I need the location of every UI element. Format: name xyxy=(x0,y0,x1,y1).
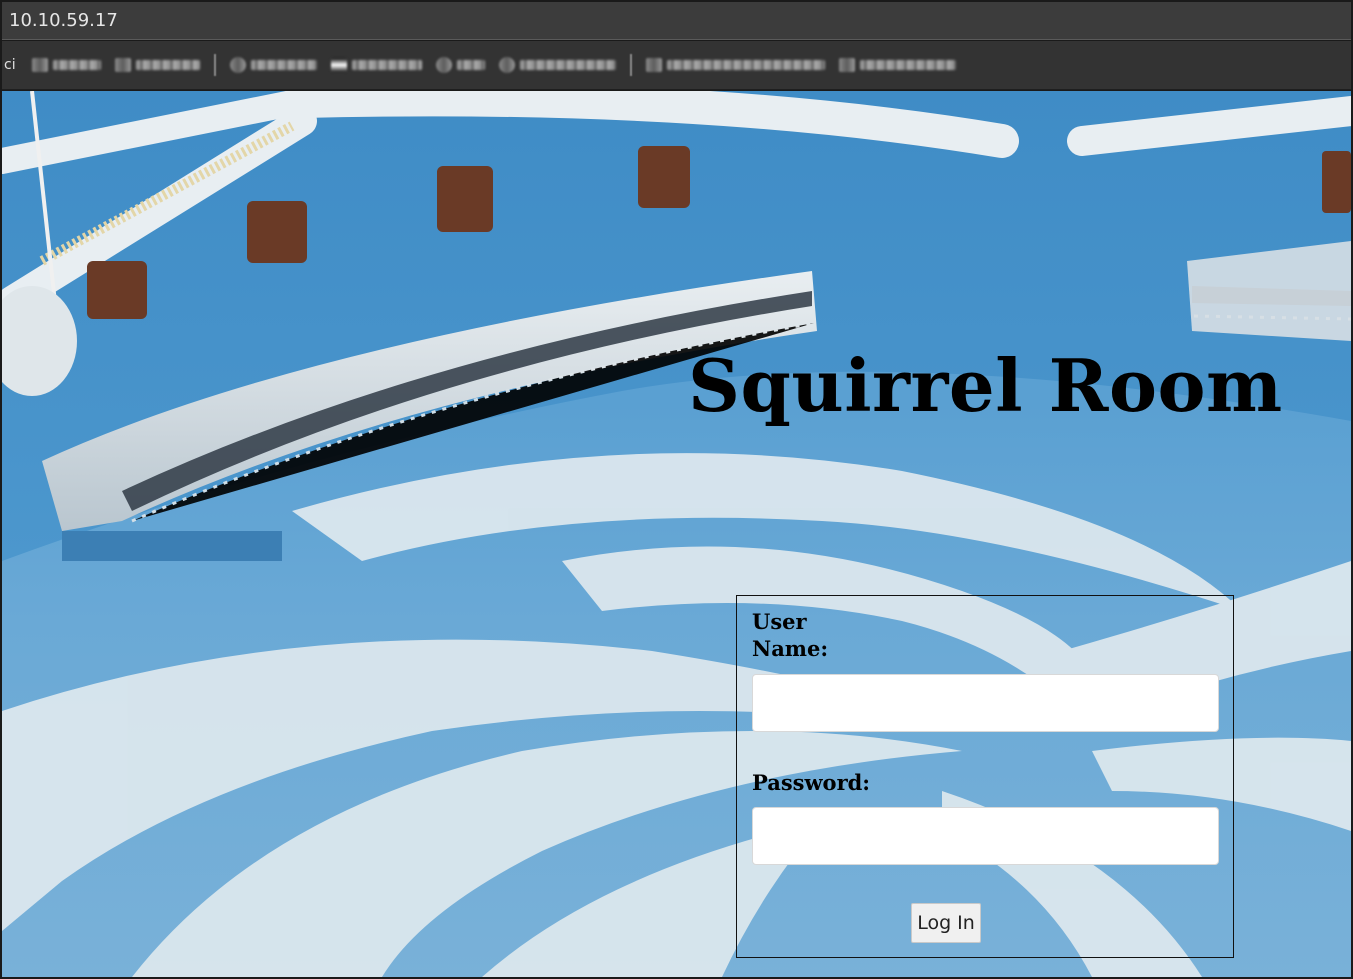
bookmark-item[interactable] xyxy=(646,54,825,76)
page-title: Squirrel Room xyxy=(688,343,1283,428)
folder-icon xyxy=(32,58,48,72)
page-content: Squirrel Room User Name: Password: Log I… xyxy=(2,91,1351,977)
bookmarks-separator xyxy=(630,54,632,76)
browser-window: 10.10.59.17 ci Squirrel Room User Name: … xyxy=(0,0,1351,977)
bookmarks-edge-glyph: ci xyxy=(4,57,16,73)
username-input[interactable] xyxy=(752,674,1219,732)
bookmark-item[interactable] xyxy=(499,54,616,76)
folder-icon xyxy=(839,58,855,72)
globe-icon xyxy=(499,57,515,73)
bookmark-item[interactable] xyxy=(436,54,485,76)
folder-icon xyxy=(115,58,131,72)
globe-icon xyxy=(436,57,452,73)
password-input[interactable] xyxy=(752,807,1219,865)
site-icon xyxy=(331,58,347,72)
bookmark-item[interactable] xyxy=(230,54,317,76)
username-label: User Name: xyxy=(752,609,829,661)
folder-icon xyxy=(646,58,662,72)
login-form: User Name: Password: Log In xyxy=(736,595,1234,958)
login-button[interactable]: Log In xyxy=(911,903,981,943)
bookmark-item[interactable] xyxy=(115,54,200,76)
password-label: Password: xyxy=(752,770,871,795)
bookmark-item[interactable] xyxy=(839,54,956,76)
bookmarks-separator xyxy=(214,54,216,76)
bookmarks-bar: ci xyxy=(2,41,1351,90)
bookmark-item[interactable] xyxy=(331,54,422,76)
globe-icon xyxy=(230,57,246,73)
address-bar[interactable]: 10.10.59.17 xyxy=(2,2,1351,40)
bookmark-item[interactable] xyxy=(32,54,101,76)
